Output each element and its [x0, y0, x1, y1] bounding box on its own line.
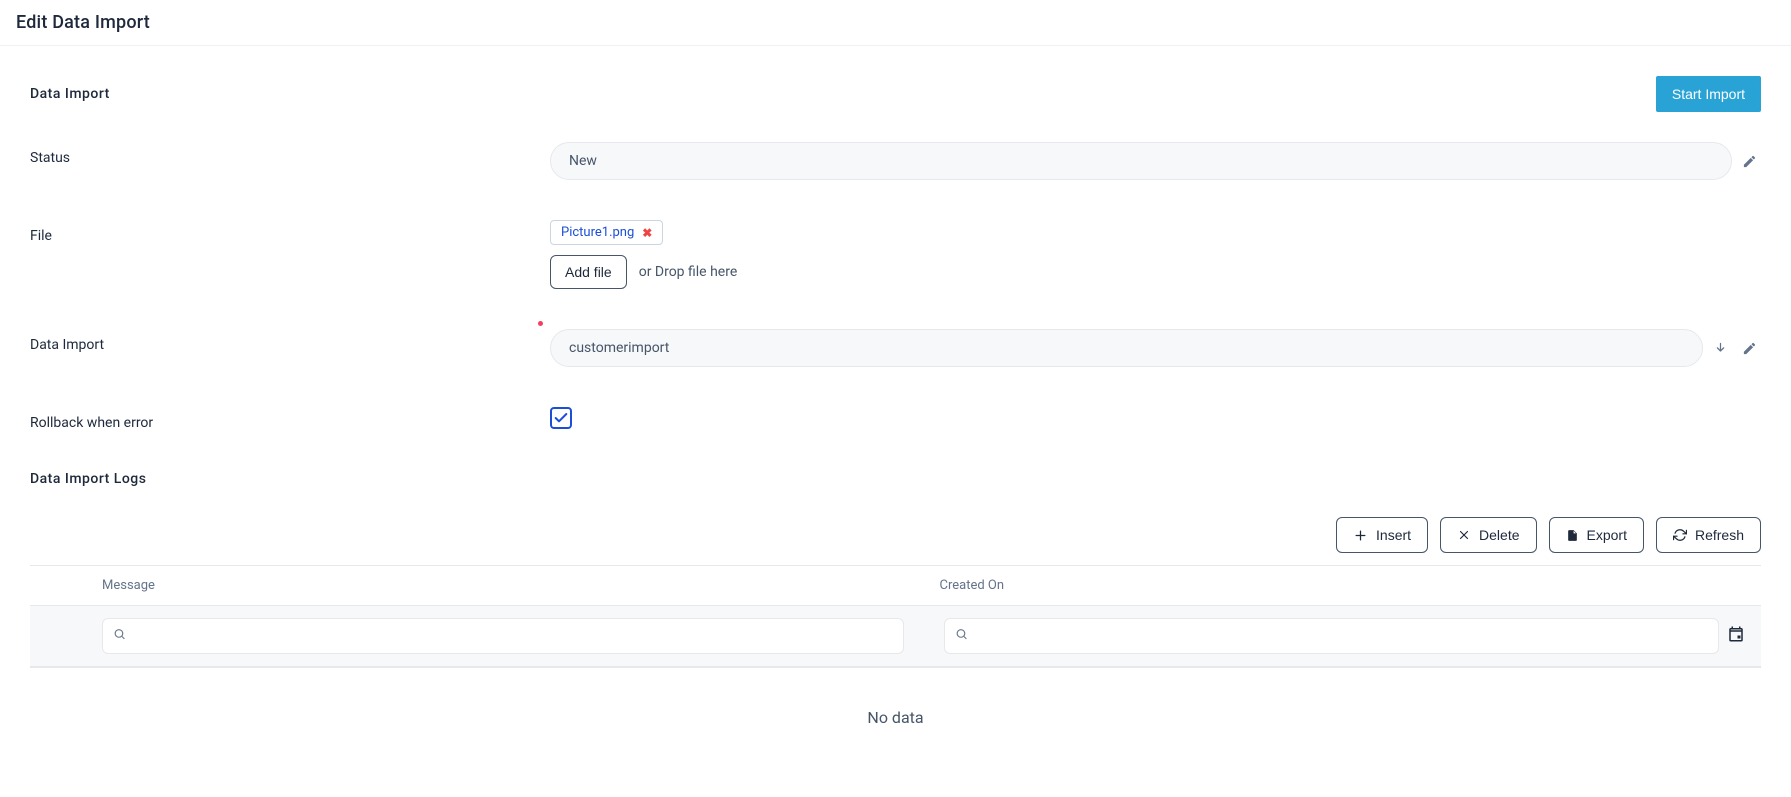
logs-filter-row	[30, 606, 1761, 667]
data-import-edit-button[interactable]	[1738, 337, 1761, 360]
message-filter-input[interactable]	[103, 619, 903, 653]
refresh-icon	[1673, 528, 1687, 542]
file-chip-name: Picture1.png	[561, 225, 634, 240]
pencil-icon	[1742, 341, 1757, 356]
status-value: New	[550, 142, 1732, 180]
file-label: File	[30, 220, 550, 244]
refresh-button-label: Refresh	[1695, 527, 1744, 543]
check-icon	[553, 410, 569, 426]
export-button-label: Export	[1587, 527, 1627, 543]
data-import-label: Data Import	[30, 329, 550, 353]
created-on-filter-input[interactable]	[945, 619, 1719, 653]
rollback-label: Rollback when error	[30, 407, 550, 431]
edit-status-button[interactable]	[1738, 150, 1761, 173]
delete-button-label: Delete	[1479, 527, 1519, 543]
file-drop-hint: or Drop file here	[639, 264, 738, 280]
plus-icon	[1353, 528, 1368, 543]
refresh-button[interactable]: Refresh	[1656, 517, 1761, 553]
section-title: Data Import	[30, 86, 110, 102]
start-import-button[interactable]: Start Import	[1656, 76, 1761, 112]
status-label: Status	[30, 142, 550, 166]
column-header-created-on[interactable]: Created On	[924, 566, 1762, 605]
field-row-file: File Picture1.png ✖ Add file or Drop fil…	[30, 220, 1761, 289]
x-icon	[1457, 528, 1471, 542]
content-area: Data Import Start Import Status New File…	[0, 46, 1791, 797]
delete-button[interactable]: Delete	[1440, 517, 1536, 553]
page-title: Edit Data Import	[0, 0, 1791, 45]
data-import-control: customerimport	[550, 329, 1761, 367]
logs-table: Message Created On	[30, 565, 1761, 668]
insert-button[interactable]: Insert	[1336, 517, 1428, 553]
filter-cell-created-on	[944, 618, 1746, 654]
file-remove-icon[interactable]: ✖	[642, 226, 652, 240]
arrow-down-icon	[1713, 341, 1728, 356]
field-row-status: Status New	[30, 142, 1761, 180]
field-row-rollback: Rollback when error	[30, 407, 1761, 431]
data-import-value[interactable]: customerimport	[550, 329, 1703, 367]
logs-section-title: Data Import Logs	[30, 471, 1761, 487]
logs-empty-state: No data	[30, 668, 1761, 767]
message-filter-wrap	[102, 618, 904, 654]
section-header: Data Import Start Import	[30, 76, 1761, 112]
created-on-filter-wrap	[944, 618, 1720, 654]
logs-toolbar: Insert Delete Export Refresh	[30, 517, 1761, 553]
required-indicator	[538, 321, 543, 326]
file-control: Picture1.png ✖ Add file or Drop file her…	[550, 220, 1761, 289]
status-control: New	[550, 142, 1761, 180]
data-import-open-button[interactable]	[1709, 337, 1732, 360]
filter-cell-message	[102, 618, 904, 654]
search-icon	[955, 628, 968, 645]
file-actions: Add file or Drop file here	[550, 255, 1761, 289]
field-row-data-import: Data Import customerimport	[30, 329, 1761, 367]
logs-section: Insert Delete Export Refresh Message Cre…	[30, 517, 1761, 767]
rollback-control	[550, 407, 1761, 429]
calendar-icon[interactable]	[1727, 625, 1745, 647]
logs-table-header: Message Created On	[30, 566, 1761, 606]
insert-button-label: Insert	[1376, 527, 1411, 543]
file-chip[interactable]: Picture1.png ✖	[550, 220, 663, 245]
export-button[interactable]: Export	[1549, 517, 1644, 553]
rollback-checkbox[interactable]	[550, 407, 572, 429]
pencil-icon	[1742, 154, 1757, 169]
column-header-message[interactable]: Message	[30, 566, 924, 605]
add-file-button[interactable]: Add file	[550, 255, 627, 289]
search-icon	[113, 628, 126, 645]
file-icon	[1566, 528, 1579, 543]
